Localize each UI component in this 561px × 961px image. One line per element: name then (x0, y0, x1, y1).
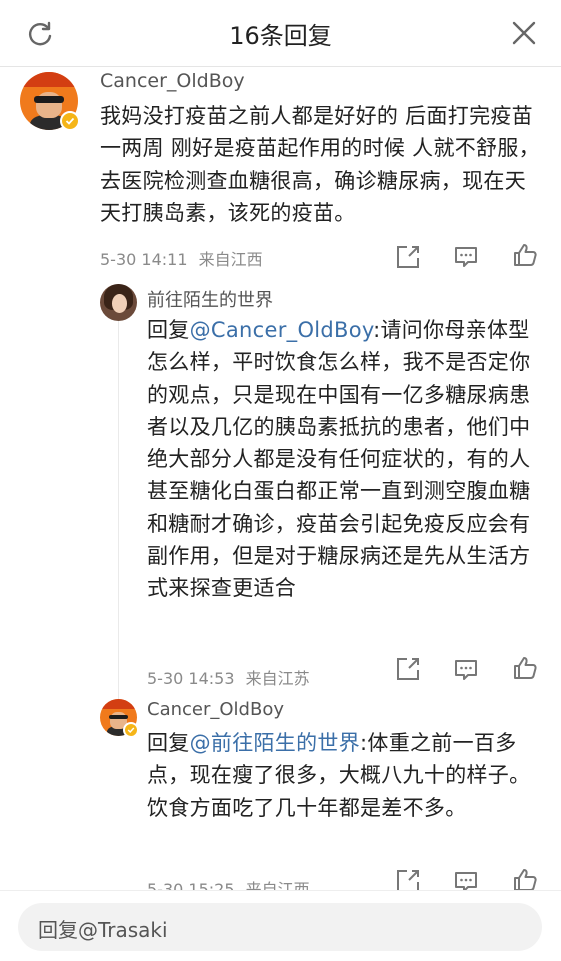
reply-prefix: 回复 (147, 318, 190, 342)
like-icon[interactable] (512, 655, 538, 681)
reply-time: 5-30 14:53 (147, 669, 235, 688)
reply-input[interactable]: 回复@Trasaki (18, 903, 542, 951)
reply-source: 来自江苏 (245, 669, 310, 688)
header-bar: 16条回复 (0, 0, 561, 67)
avatar[interactable] (100, 284, 137, 321)
comment-source: 来自江西 (198, 250, 263, 269)
reply-body: :请问你母亲体型怎么样，平时饮食怎么样，我不是否定你的观点，只是现在中国有一亿多… (147, 318, 531, 601)
reply-username[interactable]: Cancer_OldBoy (147, 699, 284, 720)
page-title: 16条回复 (229, 22, 332, 50)
share-icon[interactable] (395, 656, 421, 682)
close-icon[interactable] (511, 20, 537, 46)
thread-divider (118, 285, 119, 715)
mention-link[interactable]: @Cancer_OldBoy (190, 318, 374, 342)
comment-meta: 5-30 14:11 来自江西 (100, 246, 263, 270)
verified-badge-icon (60, 111, 80, 131)
verified-badge-icon (123, 722, 139, 738)
reply-meta: 5-30 14:53 来自江苏 (147, 665, 310, 689)
like-icon[interactable] (512, 242, 538, 268)
comment-username[interactable]: Cancer_OldBoy (100, 70, 245, 92)
reply-text: 回复@Cancer_OldBoy:请问你母亲体型怎么样，平时饮食怎么样，我不是否… (147, 314, 537, 605)
reply-username[interactable]: 前往陌生的世界 (147, 286, 273, 312)
comment-time: 5-30 14:11 (100, 250, 188, 269)
comment-text: 我妈没打疫苗之前人都是好好的 后面打完疫苗一两周 刚好是疫苗起作用的时候 人就不… (100, 104, 540, 225)
reply-prefix: 回复 (147, 731, 190, 755)
reply-footer: 回复@Trasaki (0, 890, 561, 961)
share-icon[interactable] (395, 244, 421, 270)
mention-link[interactable]: @前往陌生的世界 (190, 731, 360, 755)
reply-text: 回复@前往陌生的世界:体重之前一百多点，现在瘦了很多，大概八九十的样子。饮食方面… (147, 727, 537, 824)
reply-placeholder: 回复@Trasaki (38, 918, 168, 942)
comment-icon[interactable] (453, 657, 479, 683)
avatar-banner (20, 72, 78, 88)
comment-icon[interactable] (453, 244, 479, 270)
